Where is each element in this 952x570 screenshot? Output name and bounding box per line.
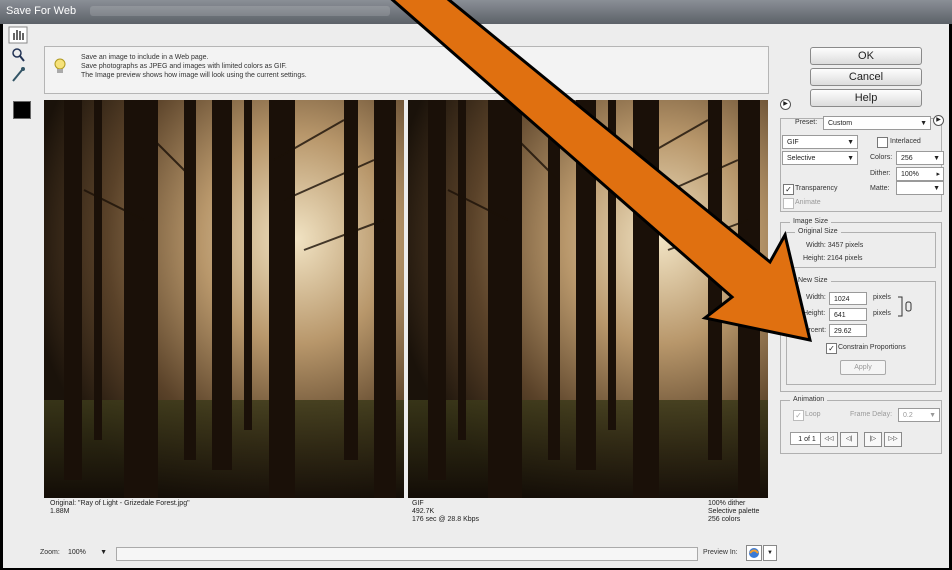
orange-arrow-annotation [390,0,813,342]
